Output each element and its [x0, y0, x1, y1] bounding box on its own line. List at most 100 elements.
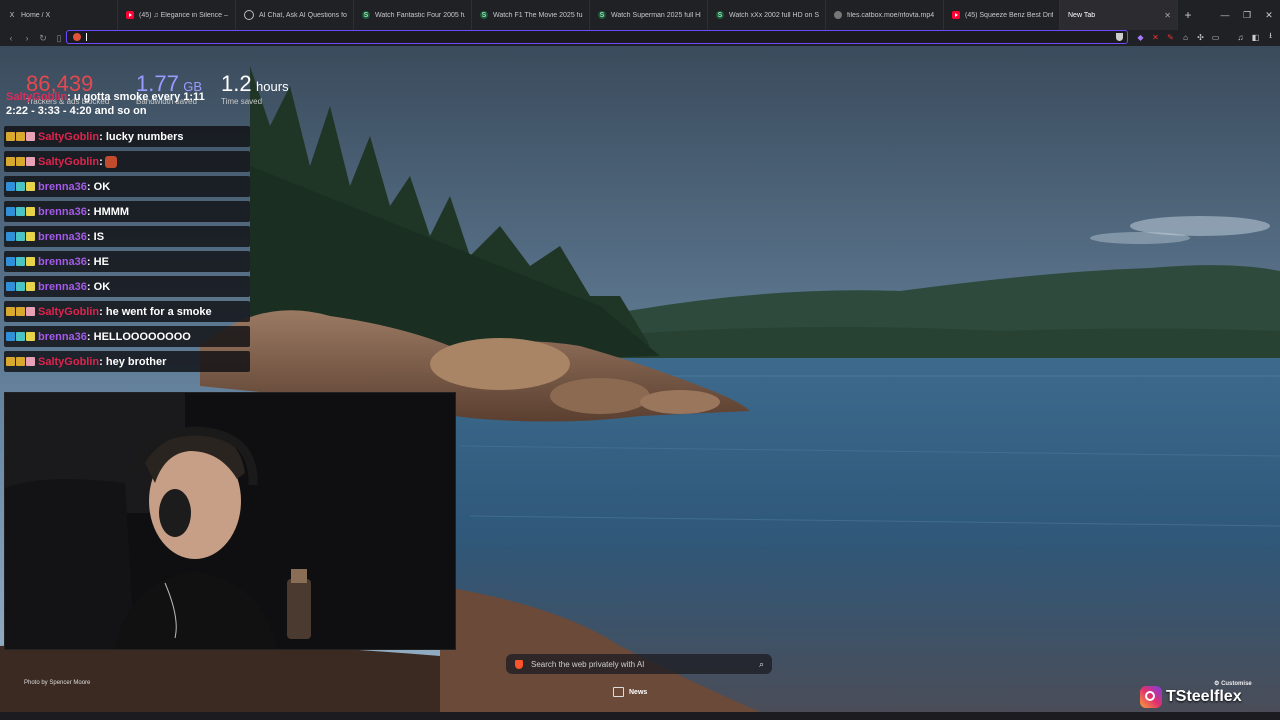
chat-text: OK — [93, 280, 111, 293]
chat-text: lucky numbers — [105, 130, 184, 143]
bottom-border — [0, 712, 1280, 720]
tab-f1-movie[interactable]: S Watch F1 The Movie 2025 full HD — [472, 0, 590, 30]
tab-label: New Tab — [1068, 11, 1096, 19]
tab-fantastic-four[interactable]: S Watch Fantastic Four 2005 full HD — [354, 0, 472, 30]
tab-label: Watch Superman 2025 full HD on — [611, 11, 701, 19]
sub-badge-icon — [26, 232, 35, 241]
emote-icon — [104, 155, 117, 168]
brand-name: TSteelflex — [1166, 688, 1242, 705]
gift-badge-icon — [26, 132, 35, 141]
tab-youtube-benz[interactable]: (45) Squeeze Benz Best Drifting M — [944, 0, 1060, 30]
tab-youtube-elegance[interactable]: (45) ♫ Elegance in Silence – A Ca — [118, 0, 236, 30]
mod-badge-icon — [6, 282, 15, 291]
news-button[interactable]: News — [613, 687, 647, 697]
address-bar[interactable] — [66, 30, 1128, 44]
restore-icon[interactable]: ❐ — [1236, 0, 1258, 30]
tab-superman[interactable]: S Watch Superman 2025 full HD on — [590, 0, 708, 30]
gift-badge-icon — [26, 157, 35, 166]
news-label: News — [629, 688, 648, 696]
search-placeholder: Search the web privately with AI — [531, 659, 645, 669]
chat-text: HE — [93, 255, 109, 268]
streamer-silhouette — [5, 393, 455, 649]
tab-label: Watch F1 The Movie 2025 full HD — [493, 11, 583, 19]
chat-message: brenna36: HELLOOOOOOOO — [4, 326, 250, 347]
chat-message: SaltyGoblin: lucky numbers — [4, 126, 250, 147]
tab-ai-chat[interactable]: AI Chat, Ask AI Questions for Expe — [236, 0, 354, 30]
youtube-icon — [952, 11, 960, 19]
mod-badge-icon — [6, 257, 15, 266]
minimize-icon[interactable]: — — [1214, 0, 1236, 30]
sflix-icon: S — [362, 11, 370, 19]
forward-icon[interactable]: › — [19, 33, 35, 43]
sub-badge-icon — [26, 282, 35, 291]
chat-username: SaltyGoblin — [6, 91, 68, 103]
window-icon[interactable]: ▭ — [1208, 33, 1223, 42]
chat-username: brenna36 — [38, 280, 87, 293]
chat-username: brenna36 — [38, 255, 87, 268]
badge-group — [6, 257, 36, 266]
badge-group — [6, 232, 36, 241]
wallet-icon[interactable]: ◆ — [1133, 33, 1148, 42]
back-icon[interactable]: ‹ — [3, 33, 19, 43]
x-extension-icon[interactable]: ✕ — [1148, 33, 1163, 42]
music-icon[interactable]: ♫ — [1233, 33, 1248, 42]
bookmark-icon[interactable]: ▯ — [51, 33, 67, 44]
search-icon[interactable]: ⌕ — [759, 659, 764, 670]
sub-badge-icon — [26, 182, 35, 191]
pin-icon[interactable]: ⌂ — [1178, 33, 1193, 42]
photo-credit[interactable]: Photo by Spencer Moore — [24, 680, 90, 686]
ai-chat-icon — [244, 10, 254, 20]
bits-badge-icon — [16, 307, 25, 316]
chat-message: SaltyGoblin: he went for a smoke — [4, 301, 250, 322]
tab-xxx[interactable]: S Watch xXx 2002 full HD on SFlix Fr — [708, 0, 826, 30]
vip-badge-icon — [16, 207, 25, 216]
gift-badge-icon — [26, 307, 35, 316]
vip-badge-icon — [16, 332, 25, 341]
badge-group — [6, 332, 36, 341]
chat-message: brenna36: OK — [4, 176, 250, 197]
vip-badge-icon — [16, 182, 25, 191]
pen-icon[interactable]: ✎ — [1163, 33, 1178, 42]
tab-label: Home / X — [21, 11, 51, 19]
chat-username: SaltyGoblin — [38, 355, 100, 368]
badge-group — [6, 182, 36, 191]
badge-group — [6, 282, 36, 291]
tab-catbox[interactable]: files.catbox.moe/nfovta.mp4 — [826, 0, 944, 30]
mod-badge-icon — [6, 232, 15, 241]
chat-message: brenna36: HE — [4, 251, 250, 272]
streamer-brand: TSteelflex — [1140, 684, 1242, 710]
chat-text: HMMM — [93, 205, 130, 218]
new-tab-button[interactable]: + — [1178, 8, 1198, 22]
brave-shield-icon[interactable] — [73, 33, 81, 41]
close-icon[interactable]: ✕ — [1158, 11, 1171, 20]
chat-text: OK — [93, 180, 111, 193]
sub-badge-icon — [6, 132, 15, 141]
sflix-icon: S — [598, 11, 606, 19]
download-icon[interactable]: ⭳ — [1263, 30, 1278, 44]
chat-text: IS — [93, 230, 105, 243]
extensions-icon[interactable]: ✣ — [1193, 33, 1208, 42]
chat-text: : u gotta smoke every 1:11 — [67, 91, 205, 103]
tab-new-tab[interactable]: New Tab ✕ — [1060, 0, 1178, 30]
chat-username: SaltyGoblin — [38, 305, 100, 318]
chat-username: brenna36 — [38, 230, 87, 243]
badge-group — [6, 157, 36, 166]
chat-message: brenna36: HMMM — [4, 201, 250, 222]
tab-label: AI Chat, Ask AI Questions for Expe — [259, 11, 347, 19]
instagram-icon — [1140, 686, 1162, 708]
ai-search-box[interactable]: Search the web privately with AI ⌕ — [506, 654, 772, 674]
sub-badge-icon — [6, 157, 15, 166]
chat-message: SaltyGoblin: — [4, 151, 250, 172]
tab-home-x[interactable]: X Home / X — [0, 0, 118, 30]
catbox-icon — [834, 11, 842, 19]
close-window-icon[interactable]: ✕ — [1258, 0, 1280, 30]
sub-badge-icon — [26, 257, 35, 266]
sidebar-icon[interactable]: ◧ — [1248, 33, 1263, 42]
bookmark-star-icon[interactable] — [1116, 33, 1123, 41]
badge-group — [6, 207, 36, 216]
youtube-icon — [126, 11, 134, 19]
vip-badge-icon — [16, 232, 25, 241]
sub-badge-icon — [26, 207, 35, 216]
reload-icon[interactable]: ↻ — [35, 33, 51, 44]
bits-badge-icon — [16, 357, 25, 366]
